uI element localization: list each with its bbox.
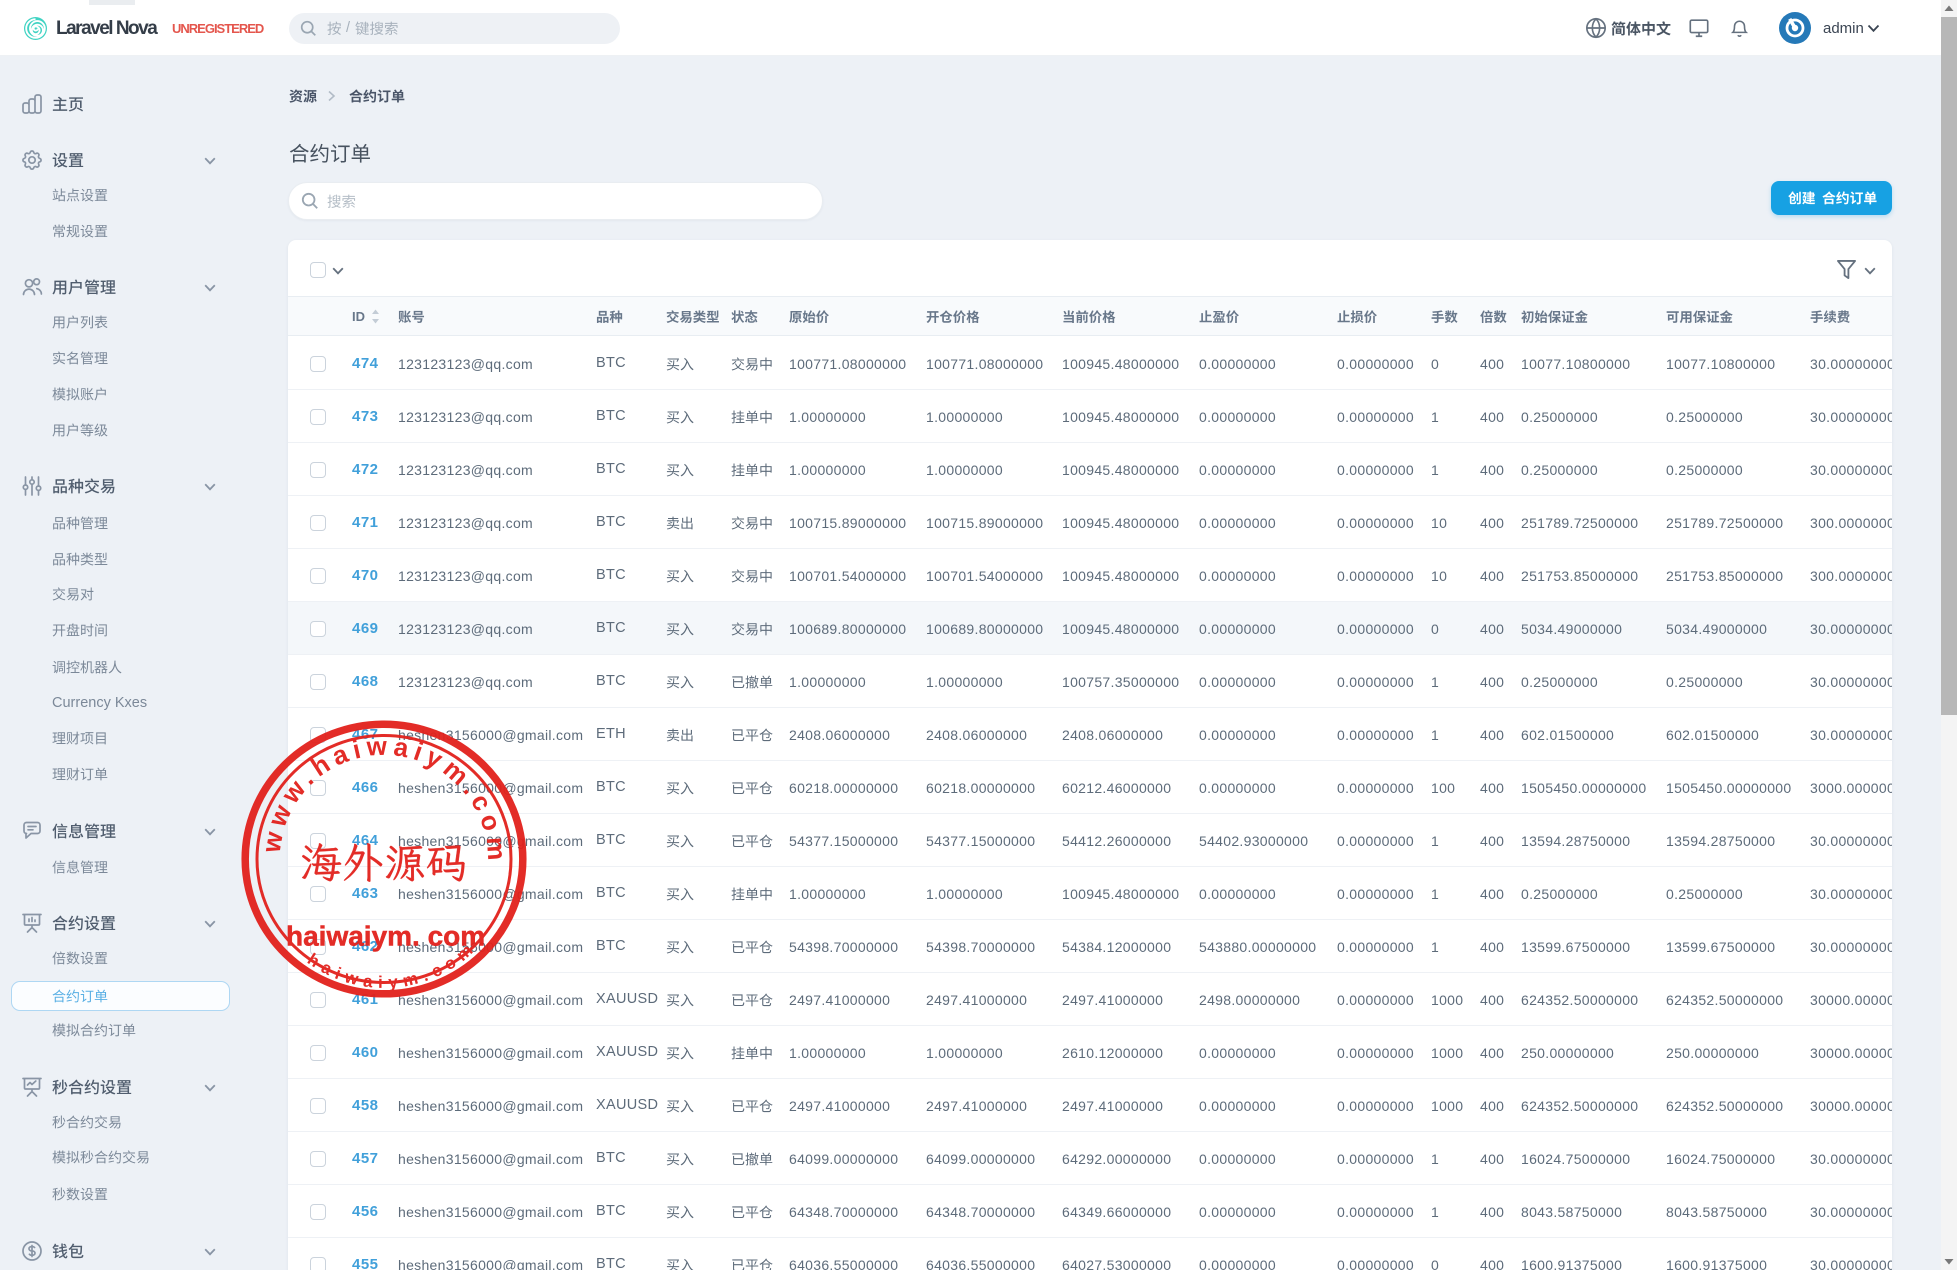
svg-text:www.haiwaiym.com: www.haiwaiym.com (256, 730, 513, 866)
svg-text:haiwaiym. com: haiwaiym. com (286, 920, 485, 951)
